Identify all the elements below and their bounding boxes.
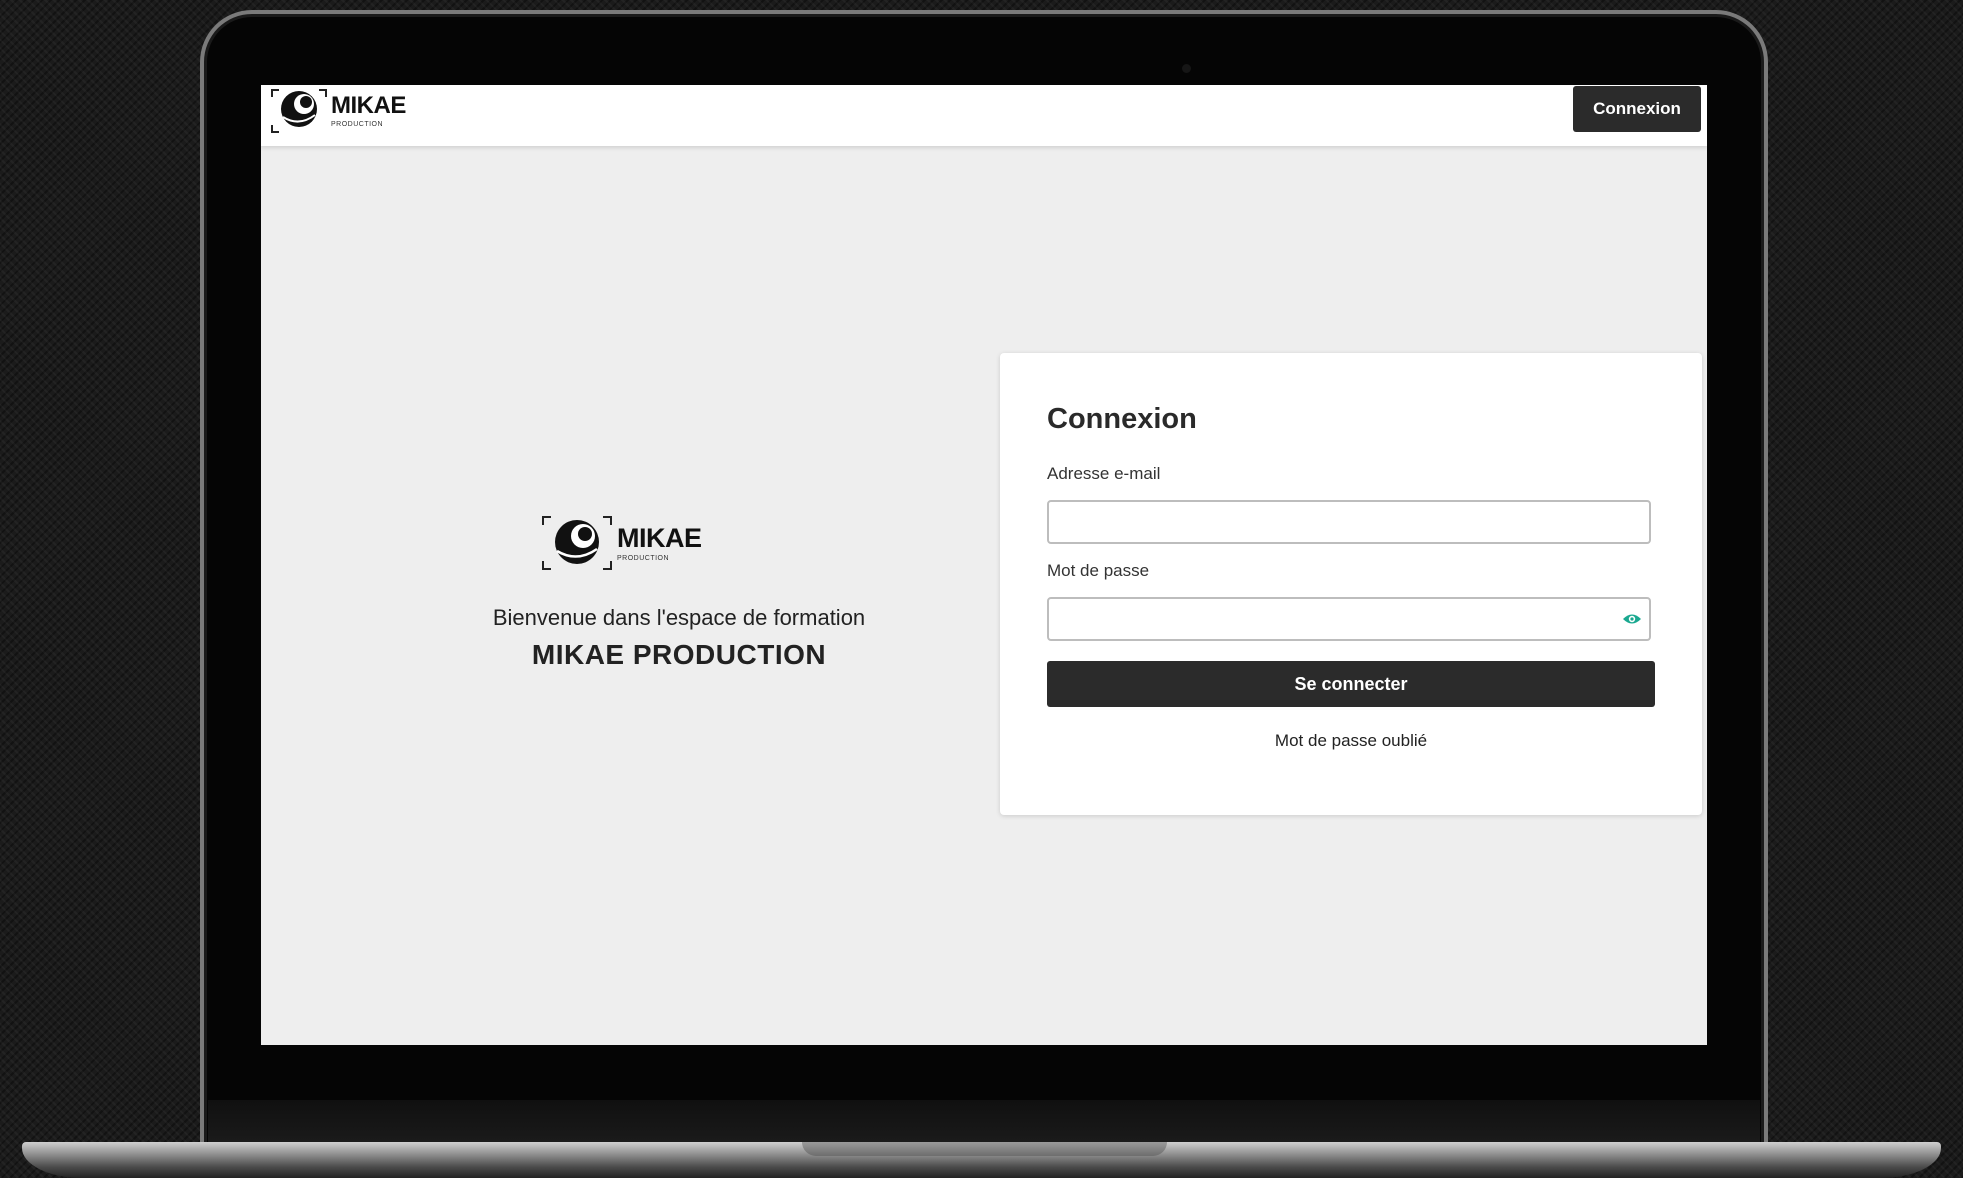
mikae-logo-icon bbox=[269, 87, 329, 135]
submit-login-button[interactable]: Se connecter bbox=[1047, 661, 1655, 707]
email-field[interactable] bbox=[1047, 500, 1651, 544]
password-label: Mot de passe bbox=[1047, 561, 1150, 580]
welcome-subtitle: Bienvenue dans l'espace de formation bbox=[492, 605, 866, 630]
logo-tagline: PRODUCTION bbox=[617, 554, 670, 562]
forgot-password-link[interactable]: Mot de passe oublié bbox=[1047, 731, 1655, 751]
welcome-text: Bienvenue dans l'espace de formation MIK… bbox=[411, 605, 947, 671]
header-logo[interactable]: MIKAE PRODUCTION bbox=[269, 87, 406, 135]
logo-tagline: PRODUCTION bbox=[331, 121, 384, 128]
mikae-logo-icon bbox=[539, 513, 615, 573]
logo-wordmark: MIKAE bbox=[617, 522, 702, 553]
welcome-logo: MIKAE PRODUCTION bbox=[539, 513, 702, 573]
laptop-notch bbox=[802, 1142, 1167, 1156]
top-navbar: MIKAE PRODUCTION Connexion bbox=[261, 85, 1707, 146]
webcam-dot bbox=[1182, 64, 1191, 73]
header-login-button[interactable]: Connexion bbox=[1573, 86, 1701, 132]
login-card: Connexion Adresse e-mail Mot de passe Se… bbox=[1000, 353, 1702, 815]
browser-viewport: MIKAE PRODUCTION Connexion MIKAE PRODUCT… bbox=[261, 85, 1707, 1045]
login-title: Connexion bbox=[1047, 403, 1197, 435]
logo-wordmark: MIKAE bbox=[331, 92, 406, 119]
email-label: Adresse e-mail bbox=[1047, 464, 1161, 483]
welcome-title: MIKAE PRODUCTION bbox=[531, 639, 827, 670]
eye-icon[interactable] bbox=[1622, 612, 1642, 626]
password-field[interactable] bbox=[1047, 597, 1651, 641]
